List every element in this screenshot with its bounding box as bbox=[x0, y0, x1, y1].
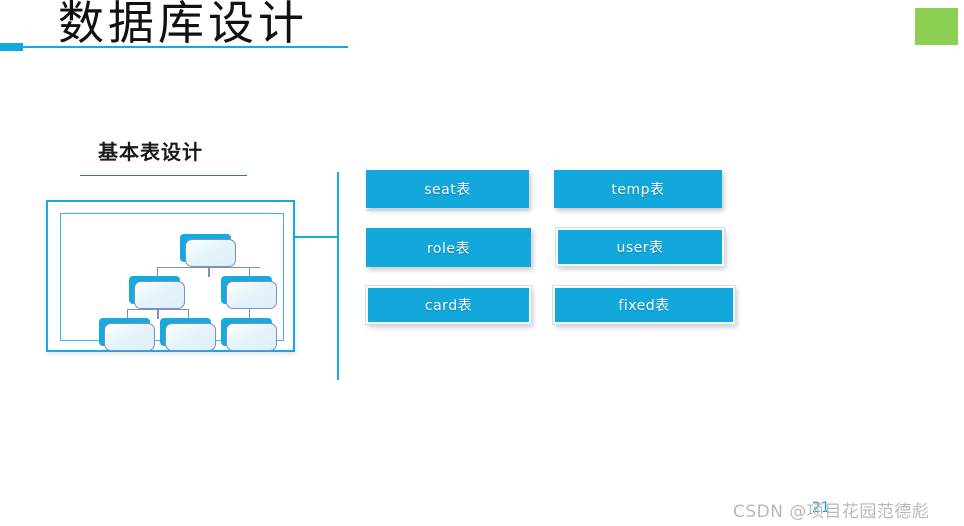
tree-line-mid1-stem bbox=[157, 309, 159, 319]
hierarchy-node-face bbox=[165, 323, 216, 351]
table-card-label: seat表 bbox=[424, 182, 471, 198]
hierarchy-node-root bbox=[180, 234, 236, 267]
table-card-seat[interactable]: seat表 bbox=[366, 170, 529, 211]
hierarchy-node-face bbox=[104, 323, 155, 351]
page-title: 数据库设计 bbox=[58, 0, 308, 49]
connector-horizontal-line bbox=[294, 236, 338, 238]
title-accent-bar bbox=[0, 43, 23, 51]
hierarchy-diagram-inner-frame bbox=[60, 213, 284, 351]
tree-line-level2-bus bbox=[127, 309, 189, 310]
hierarchy-node-leaf-2 bbox=[160, 318, 216, 351]
table-card-label: user表 bbox=[616, 240, 664, 256]
hierarchy-node-face bbox=[185, 239, 236, 267]
table-card-label: card表 bbox=[424, 298, 473, 314]
table-card-user[interactable]: user表 bbox=[555, 227, 725, 267]
slide-canvas: 数据库设计 基本表设计 seat表 temp表 role表 user表 card表 fix… bbox=[0, 0, 964, 526]
table-card-label: fixed表 bbox=[618, 298, 670, 314]
table-card-fixed[interactable]: fixed表 bbox=[552, 285, 736, 325]
hierarchy-node-leaf-3 bbox=[221, 318, 277, 351]
tree-line-level1-bus bbox=[157, 267, 260, 268]
table-card-label: temp表 bbox=[611, 182, 665, 198]
table-card-temp[interactable]: temp表 bbox=[554, 170, 722, 208]
watermark-text: CSDN @项目花园范德彪 bbox=[733, 502, 930, 522]
hierarchy-node-mid-1 bbox=[129, 276, 185, 309]
hierarchy-node-face bbox=[226, 281, 277, 309]
table-card-card[interactable]: card表 bbox=[365, 285, 532, 325]
table-card-role[interactable]: role表 bbox=[366, 228, 531, 267]
hierarchy-node-leaf-1 bbox=[99, 318, 155, 351]
tree-line-root-stem bbox=[208, 267, 210, 277]
section-heading-underline bbox=[80, 175, 247, 176]
connector-vertical-line bbox=[337, 172, 339, 380]
title-underline-rule bbox=[22, 46, 348, 48]
table-card-label: role表 bbox=[426, 240, 471, 257]
hierarchy-node-face bbox=[226, 323, 277, 351]
section-heading: 基本表设计 bbox=[98, 140, 203, 164]
corner-green-square bbox=[915, 8, 958, 45]
hierarchy-diagram-frame bbox=[46, 200, 295, 352]
hierarchy-node-mid-2 bbox=[221, 276, 277, 309]
hierarchy-node-face bbox=[134, 281, 185, 309]
